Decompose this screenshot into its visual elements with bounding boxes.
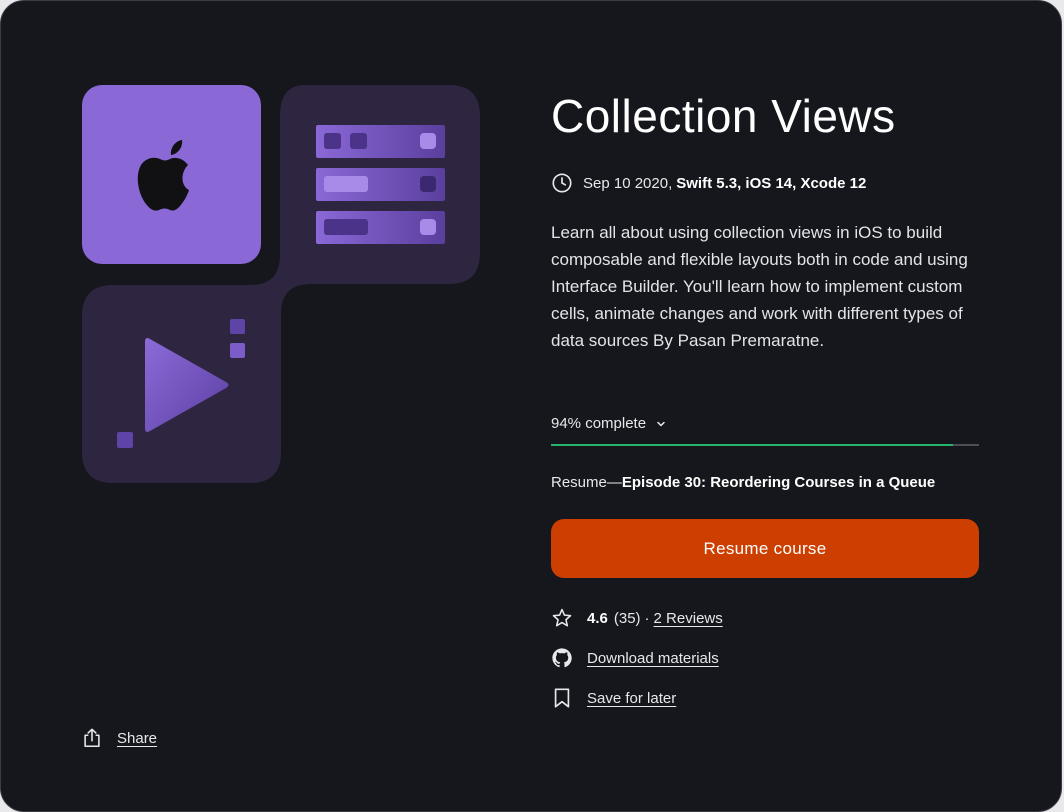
progress-bar xyxy=(551,444,979,446)
github-icon xyxy=(552,648,572,668)
star-icon xyxy=(552,608,572,627)
resume-episode-line: Resume—Episode 30: Reordering Courses in… xyxy=(551,474,935,491)
resume-episode-title: Episode 30: Reordering Courses in a Queu… xyxy=(621,474,936,491)
download-materials-link[interactable]: Download materials xyxy=(587,650,719,667)
course-meta: Sep 10 2020, Swift 5.3, iOS 14, Xcode 12 xyxy=(551,172,866,194)
rating-value: 4.6 xyxy=(587,609,608,627)
save-for-later-row: Save for later xyxy=(551,687,676,709)
course-description: Learn all about using collection views i… xyxy=(551,223,968,350)
save-for-later-link[interactable]: Save for later xyxy=(587,690,676,707)
progress-bar-fill xyxy=(551,444,954,446)
course-detail-panel: Collection Views Sep 10 2020, Swift 5.3,… xyxy=(0,0,1062,812)
chevron-down-icon xyxy=(657,421,665,426)
page-title: Collection Views xyxy=(551,90,896,142)
progress-label: 94% complete xyxy=(551,415,647,432)
tech-versions: Swift 5.3, iOS 14, Xcode 12 xyxy=(676,174,867,192)
clock-icon xyxy=(552,173,572,193)
reviews-link[interactable]: 2 Reviews xyxy=(654,610,723,627)
rating-count: (35) xyxy=(613,609,641,627)
rating-separator: · xyxy=(644,609,650,627)
share-link[interactable]: Share xyxy=(117,730,157,747)
release-date: Sep 10 2020, xyxy=(583,174,673,192)
resume-course-button[interactable]: Resume course xyxy=(551,519,979,578)
bookmark-icon xyxy=(554,688,570,708)
resume-prefix: Resume— xyxy=(551,474,622,491)
download-materials-row: Download materials xyxy=(551,647,719,669)
server-stack-graphic xyxy=(316,125,445,244)
course-artwork xyxy=(82,85,482,485)
rating-row: 4.6 (35) · 2 Reviews xyxy=(551,607,723,629)
course-artwork-graphic xyxy=(82,85,480,483)
share-row: Share xyxy=(81,727,157,749)
progress-dropdown[interactable]: 94% complete xyxy=(551,415,667,432)
share-icon xyxy=(84,728,100,748)
